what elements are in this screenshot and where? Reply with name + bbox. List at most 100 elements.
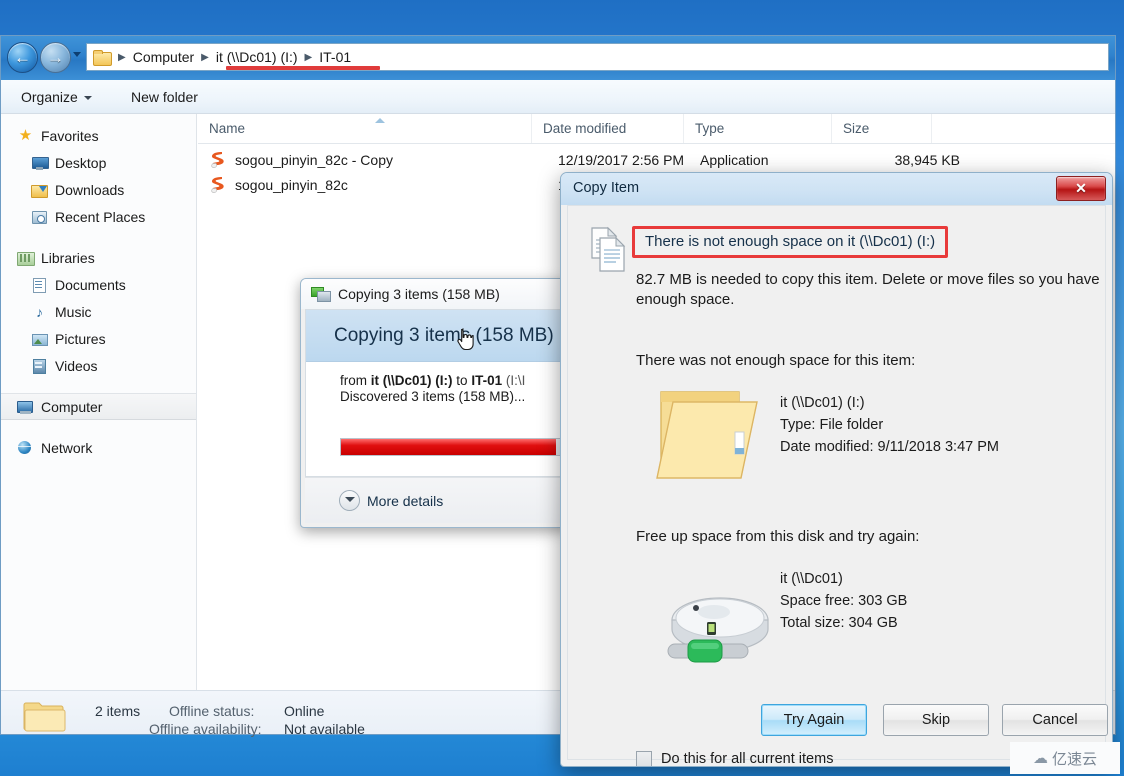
download-folder-icon xyxy=(31,182,48,198)
chevron-down-icon xyxy=(339,490,360,511)
disk-total-size: Total size: 304 GB xyxy=(780,615,898,631)
error-headline: There is not enough space on it (\\Dc01)… xyxy=(645,233,936,250)
try-again-button[interactable]: Try Again xyxy=(761,704,867,736)
copy-progress-title: Copying 3 items (158 MB) xyxy=(338,286,500,302)
command-bar: Organize New folder xyxy=(1,80,1115,114)
error-detail-text: 82.7 MB is needed to copy this item. Del… xyxy=(636,271,1100,308)
sidebar-label-computer: Computer xyxy=(41,398,103,415)
cancel-button[interactable]: Cancel xyxy=(1002,704,1108,736)
chevron-down-icon xyxy=(83,96,92,101)
recent-places-icon xyxy=(31,209,48,225)
folder-date-modified: Date modified: 9/11/2018 3:47 PM xyxy=(780,439,999,455)
to-value: IT-01 xyxy=(471,373,503,388)
column-header-type-label: Type xyxy=(695,121,725,136)
table-row[interactable]: sogou_pinyin_82c - Copy 12/19/2017 2:56 … xyxy=(198,147,1115,172)
folder-icon xyxy=(23,699,67,733)
watermark-text: 亿速云 xyxy=(1051,750,1097,768)
free-up-space-text: Free up space from this disk and try aga… xyxy=(636,528,920,545)
cancel-label: Cancel xyxy=(1032,712,1078,728)
organize-button[interactable]: Organize xyxy=(13,87,100,107)
folder-icon xyxy=(653,386,763,491)
breadcrumb-item-it01[interactable]: IT-01 xyxy=(316,47,354,67)
new-folder-button[interactable]: New folder xyxy=(123,87,206,107)
sidebar-item-computer[interactable]: Computer xyxy=(1,393,196,420)
column-header-size[interactable]: Size xyxy=(832,114,932,143)
sidebar-label-favorites: Favorites xyxy=(41,127,99,144)
skip-button[interactable]: Skip xyxy=(883,704,989,736)
sidebar-item-network[interactable]: Network xyxy=(1,434,196,461)
file-type: Application xyxy=(700,151,769,168)
disk-name: it (\\Dc01) xyxy=(780,571,843,587)
status-offline-status-value: Online xyxy=(284,703,325,719)
pictures-icon xyxy=(31,331,48,347)
sidebar-item-recent-places[interactable]: Recent Places xyxy=(1,203,196,230)
sidebar-label-desktop: Desktop xyxy=(55,154,107,171)
copy-progress-bar xyxy=(340,438,567,456)
sidebar-label-music: Music xyxy=(55,303,92,320)
checkbox-icon[interactable] xyxy=(636,751,652,766)
do-this-for-all-items-label: Do this for all current items xyxy=(661,751,834,767)
column-header-type[interactable]: Type xyxy=(684,114,832,143)
do-this-for-all-items-checkbox-row[interactable]: Do this for all current items xyxy=(636,751,834,767)
breadcrumb-highlight-underline xyxy=(226,66,380,70)
column-headers: Name Date modified Type Size xyxy=(198,114,1115,144)
sogou-pinyin-icon xyxy=(209,176,227,194)
breadcrumb-item-share[interactable]: it (\\Dc01) (I:) xyxy=(213,47,301,67)
sidebar-label-pictures: Pictures xyxy=(55,330,106,347)
computer-icon xyxy=(17,399,34,415)
breadcrumb-item-computer[interactable]: Computer xyxy=(130,47,197,67)
sidebar-item-videos[interactable]: Videos xyxy=(1,352,196,379)
to-suffix: (I:\I xyxy=(505,373,526,388)
try-again-label: Try Again xyxy=(783,712,845,728)
navigation-bar: ← → ▶ Computer ▶ it (\\Dc01) (I:) ▶ IT-0… xyxy=(1,36,1115,80)
sidebar-item-downloads[interactable]: Downloads xyxy=(1,176,196,203)
forward-button[interactable]: → xyxy=(40,42,71,73)
breadcrumb-separator: ▶ xyxy=(118,51,126,63)
libraries-icon xyxy=(17,250,35,266)
copy-progress-headline: Copying 3 items (158 MB) xyxy=(306,310,562,362)
from-value: it (\\Dc01) (I:) xyxy=(370,373,453,388)
more-details-toggle[interactable]: More details xyxy=(339,490,443,511)
sidebar-item-desktop[interactable]: Desktop xyxy=(1,149,196,176)
copy-animation-icon xyxy=(311,286,331,302)
file-date-modified: 12/19/2017 2:56 PM xyxy=(558,151,685,168)
more-details-label: More details xyxy=(367,492,444,509)
column-header-date-modified[interactable]: Date modified xyxy=(532,114,684,143)
column-header-date-label: Date modified xyxy=(543,121,627,136)
sidebar-group-favorites[interactable]: ★ Favorites xyxy=(1,122,196,149)
back-arrow-icon: ← xyxy=(14,47,31,67)
videos-icon xyxy=(31,358,48,374)
sidebar-item-documents[interactable]: Documents xyxy=(1,271,196,298)
star-icon: ★ xyxy=(18,126,33,144)
folder-type: Type: File folder xyxy=(780,417,884,433)
folder-name: it (\\Dc01) (I:) xyxy=(780,395,865,411)
cloud-icon: ☁ xyxy=(1032,750,1048,767)
history-dropdown-icon[interactable] xyxy=(73,52,81,57)
documents-icon xyxy=(31,277,48,293)
watermark: ☁ 亿速云 xyxy=(1010,742,1120,774)
copy-item-dialog: Copy Item ✕ There is not enough space on… xyxy=(560,172,1113,767)
copy-progress-dialog: Copying 3 items (158 MB) Copying 3 items… xyxy=(300,278,568,528)
column-header-name[interactable]: Name xyxy=(198,114,532,143)
breadcrumb-separator: ▶ xyxy=(304,51,313,63)
sidebar-item-pictures[interactable]: Pictures xyxy=(1,325,196,352)
copy-progress-source-destination: from it (\\Dc01) (I:) to IT-01 (I:\I xyxy=(306,362,562,388)
disk-info-block: it (\\Dc01) Space free: 303 GB Total siz… xyxy=(780,568,907,634)
navigation-pane: ★ Favorites Desktop Downloads Recent Pla… xyxy=(1,114,197,690)
copy-progress-body: Copying 3 items (158 MB) from it (\\Dc01… xyxy=(305,309,567,477)
sidebar-group-libraries[interactable]: Libraries xyxy=(1,244,196,271)
back-button[interactable]: ← xyxy=(7,42,38,73)
file-name: sogou_pinyin_82c - Copy xyxy=(235,151,393,168)
sidebar-label-videos: Videos xyxy=(55,357,98,374)
status-offline-status-label: Offline status: xyxy=(169,703,255,719)
copy-item-titlebar: Copy Item ✕ xyxy=(561,173,1112,205)
network-globe-icon xyxy=(17,440,34,456)
status-item-count: 2 items xyxy=(95,703,141,719)
close-icon[interactable]: ✕ xyxy=(1056,176,1106,201)
file-name: sogou_pinyin_82c xyxy=(235,176,348,193)
column-header-size-label: Size xyxy=(843,121,870,136)
copy-progress-bar-fill xyxy=(341,439,556,455)
sidebar-item-music[interactable]: ♪ Music xyxy=(1,298,196,325)
